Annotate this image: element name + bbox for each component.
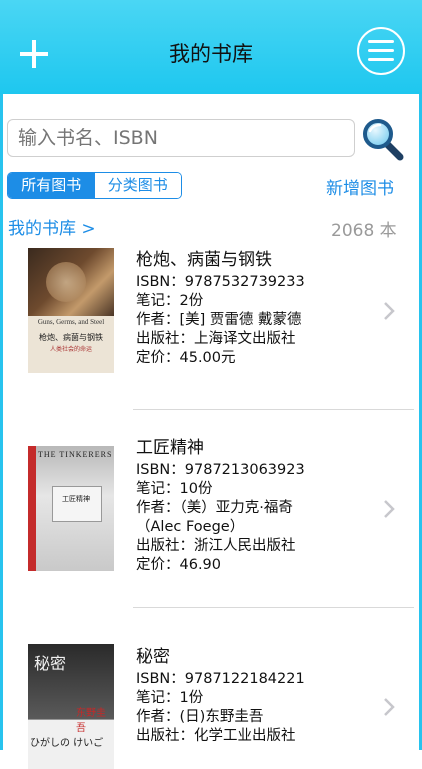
book-cover: Guns, Germs, and Steel 枪炮、病菌与钢铁 人类社会的命运 [28, 248, 114, 373]
cover-text: 人类社会的命运 [49, 346, 92, 353]
breadcrumb[interactable]: 我的书库 > [8, 214, 96, 239]
cover-text: 东野圭吾 [76, 708, 106, 734]
tab-all-books[interactable]: 所有图书 [8, 173, 95, 198]
add-book-link[interactable]: 新增图书 [326, 174, 394, 199]
book-info: 工匠精神 ISBN：9787213063923 笔记：10份 作者：（美）亚力克… [136, 438, 366, 575]
chevron-right-icon [384, 302, 395, 320]
cover-text: 工匠精神 [62, 495, 90, 503]
header-bar: 我的书库 [0, 0, 422, 94]
cover-text: 秘密 [34, 654, 67, 673]
book-count: 2068 本 [331, 221, 397, 241]
book-isbn: ISBN：9787213063923 [136, 462, 305, 478]
book-cover: THE TINKERERS 工匠精神 [28, 446, 114, 571]
book-author: 作者：（美）亚力克·福奇 [136, 500, 293, 516]
search-input[interactable] [7, 119, 355, 157]
chevron-right-icon [384, 500, 395, 518]
cover-text: THE TINKERERS [38, 450, 113, 459]
book-author-cont: （Alec Foege） [136, 519, 245, 535]
cover-text: Guns, Germs, and Steel [37, 318, 105, 326]
book-title: 工匠精神 [136, 438, 204, 458]
row-divider [133, 607, 414, 608]
book-notes: 笔记：1份 [136, 690, 204, 706]
magnifier-icon[interactable] [360, 117, 406, 161]
book-author: 作者：(日)东野圭吾 [136, 709, 264, 725]
book-isbn: ISBN：9787532739233 [136, 274, 305, 290]
book-info: 枪炮、病菌与钢铁 ISBN：9787532739233 笔记：2份 作者：[美]… [136, 250, 366, 368]
book-notes: 笔记：10份 [136, 481, 213, 497]
book-publisher: 出版社：浙江人民出版社 [136, 538, 296, 554]
book-publisher: 出版社：化学工业出版社 [136, 728, 296, 744]
tab-category-books[interactable]: 分类图书 [94, 173, 181, 198]
menu-button[interactable] [357, 27, 405, 75]
book-publisher: 出版社：上海译文出版社 [136, 331, 296, 347]
book-title: 秘密 [136, 647, 170, 667]
cover-text: ひがしの けいご [30, 738, 104, 749]
menu-icon [368, 40, 394, 61]
cover-text: 枪炮、病菌与钢铁 [39, 333, 103, 342]
book-cover: 秘密 东野圭吾 ひがしの けいご [28, 644, 114, 769]
book-price: 定价：45.00元 [136, 350, 236, 366]
book-info: 秘密 ISBN：9787122184221 笔记：1份 作者：(日)东野圭吾 出… [136, 647, 366, 746]
book-isbn: ISBN：9787122184221 [136, 671, 305, 687]
row-divider [133, 409, 414, 410]
chevron-right-icon [384, 698, 395, 716]
book-title: 枪炮、病菌与钢铁 [136, 250, 272, 270]
book-author: 作者：[美] 贾雷德 戴蒙德 [136, 312, 302, 328]
book-notes: 笔记：2份 [136, 293, 204, 309]
category-tabs: 所有图书 分类图书 [7, 172, 182, 199]
book-price: 定价：46.90 [136, 557, 222, 573]
